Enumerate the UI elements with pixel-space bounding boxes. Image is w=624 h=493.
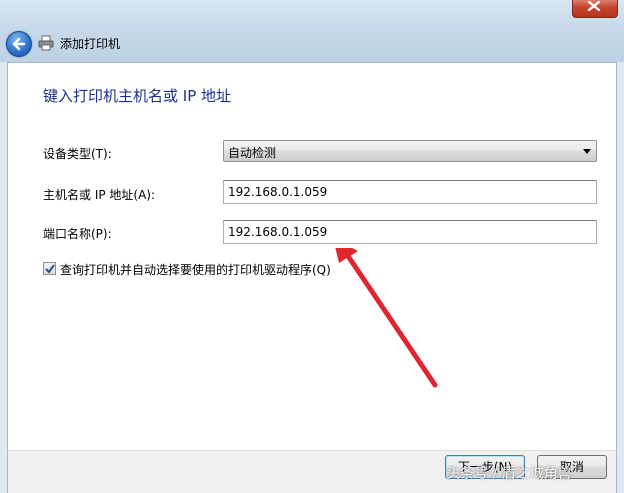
host-label: 主机名或 IP 地址(A): <box>43 188 156 202</box>
printer-icon <box>38 35 54 51</box>
port-label: 端口名称(P): <box>43 227 112 241</box>
window-title: 添加打印机 <box>60 37 121 51</box>
window-titlebar: 添加打印机 <box>0 0 624 62</box>
wizard-content: 键入打印机主机名或 IP 地址 设备类型(T): 自动检测 主机名或 IP 地址… <box>7 62 617 451</box>
host-input[interactable]: 192.168.0.1.059 <box>223 180 597 204</box>
page-heading: 键入打印机主机名或 IP 地址 <box>43 87 232 105</box>
close-icon <box>587 1 601 11</box>
port-input-value: 192.168.0.1.059 <box>228 225 328 239</box>
close-button[interactable] <box>572 0 618 18</box>
query-checkbox[interactable] <box>43 262 56 275</box>
checkmark-icon <box>45 264 55 274</box>
host-input-value: 192.168.0.1.059 <box>228 185 328 199</box>
port-input[interactable]: 192.168.0.1.059 <box>223 220 597 244</box>
back-button[interactable] <box>6 31 32 57</box>
device-type-label: 设备类型(T): <box>43 147 112 161</box>
annotation-arrow <box>335 248 438 388</box>
device-type-value: 自动检测 <box>228 146 277 160</box>
back-arrow-icon <box>12 37 26 51</box>
watermark: 头条号 / 盾之城角兽 <box>446 466 572 482</box>
device-type-select[interactable]: 自动检测 <box>223 140 597 162</box>
query-checkbox-label[interactable]: 查询打印机并自动选择要使用的打印机驱动程序(Q) <box>60 261 331 278</box>
dropdown-arrow-icon <box>583 149 591 154</box>
